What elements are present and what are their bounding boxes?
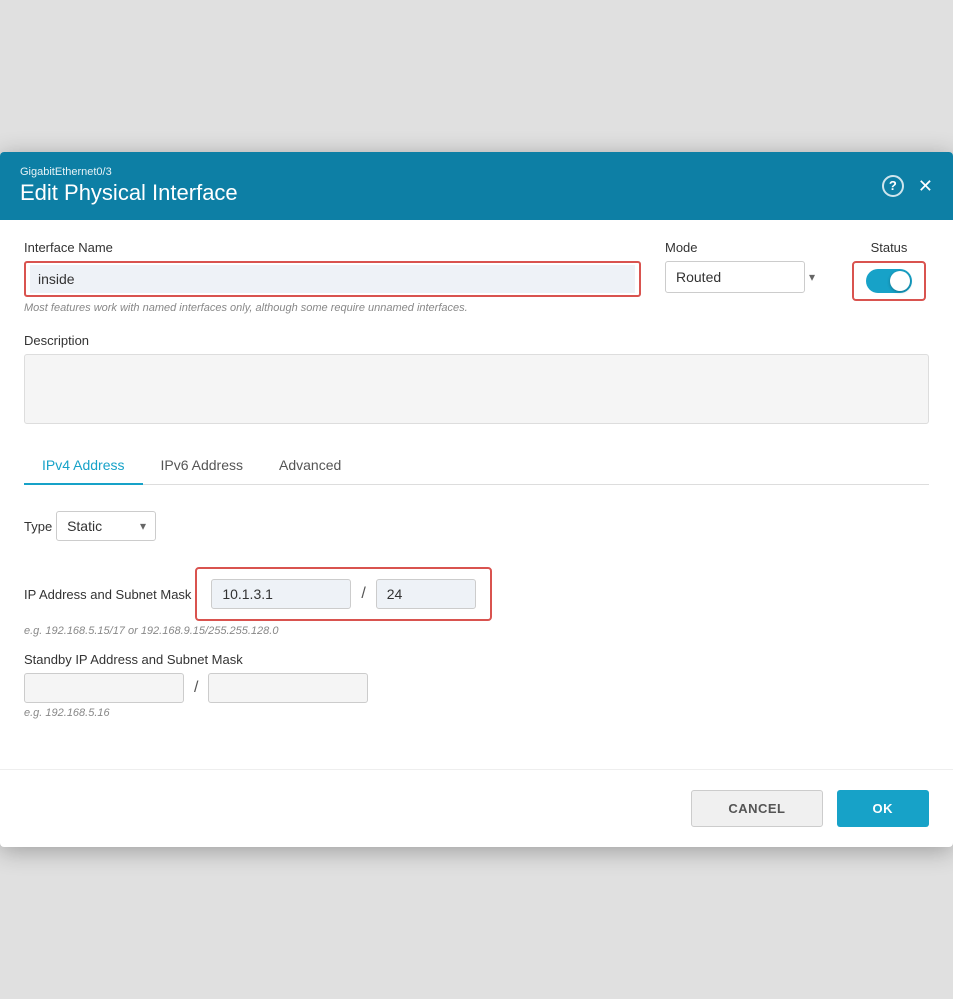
tab-advanced[interactable]: Advanced <box>261 447 359 485</box>
interface-name-input-border <box>24 261 641 297</box>
standby-ip-input[interactable] <box>24 673 184 703</box>
dialog-title: Edit Physical Interface <box>20 180 238 206</box>
mode-select-wrapper: Routed Transparent Passive ▾ <box>665 261 825 293</box>
description-label: Description <box>24 333 89 348</box>
dialog-subtitle: GigabitEthernet0/3 <box>20 166 238 178</box>
ip-address-label: IP Address and Subnet Mask <box>24 587 191 602</box>
mode-select[interactable]: Routed Transparent Passive <box>665 261 805 293</box>
description-textarea[interactable] <box>24 354 929 424</box>
header-icons: ? ✕ <box>882 175 933 197</box>
ip-fields: / <box>211 579 475 609</box>
subnet-mask-input[interactable] <box>376 579 476 609</box>
tabs-section: IPv4 Address IPv6 Address Advanced <box>24 447 929 485</box>
standby-slash-separator: / <box>194 679 198 697</box>
toggle-knob <box>890 271 910 291</box>
standby-label: Standby IP Address and Subnet Mask <box>24 652 243 667</box>
interface-name-label: Interface Name <box>24 240 641 255</box>
type-select-wrapper: Static DHCP PPPoE ▾ <box>56 511 156 541</box>
dialog-body: Interface Name Most features work with n… <box>0 220 953 739</box>
type-select[interactable]: Static DHCP PPPoE <box>56 511 156 541</box>
mode-label: Mode <box>665 240 825 255</box>
standby-hint: e.g. 192.168.5.16 <box>24 707 929 719</box>
standby-section: Standby IP Address and Subnet Mask / e.g… <box>24 651 929 719</box>
ip-address-input[interactable] <box>211 579 351 609</box>
top-row: Interface Name Most features work with n… <box>24 240 929 316</box>
help-icon[interactable]: ? <box>882 175 904 197</box>
status-toggle-border <box>852 261 926 301</box>
type-label: Type <box>24 519 52 534</box>
status-group: Status <box>849 240 929 301</box>
dialog-header: GigabitEthernet0/3 Edit Physical Interfa… <box>0 152 953 220</box>
header-left: GigabitEthernet0/3 Edit Physical Interfa… <box>20 166 238 206</box>
edit-physical-interface-dialog: GigabitEthernet0/3 Edit Physical Interfa… <box>0 152 953 847</box>
mode-select-arrow-icon: ▾ <box>809 270 815 284</box>
interface-name-input[interactable] <box>30 265 635 293</box>
ip-address-hint: e.g. 192.168.5.15/17 or 192.168.9.15/255… <box>24 625 929 637</box>
ipv4-tab-content: Type Static DHCP PPPoE ▾ IP Address and … <box>24 485 929 739</box>
tab-ipv4-address[interactable]: IPv4 Address <box>24 447 143 485</box>
standby-fields: / <box>24 673 929 703</box>
ip-slash-separator: / <box>361 585 365 603</box>
mode-group: Mode Routed Transparent Passive ▾ <box>665 240 825 293</box>
interface-name-group: Interface Name Most features work with n… <box>24 240 641 316</box>
dialog-footer: CANCEL OK <box>0 769 953 847</box>
ip-address-border: / <box>195 567 491 621</box>
cancel-button[interactable]: CANCEL <box>691 790 822 827</box>
ok-button[interactable]: OK <box>837 790 930 827</box>
status-label: Status <box>871 240 908 255</box>
status-toggle[interactable] <box>866 269 912 293</box>
interface-name-hint: Most features work with named interfaces… <box>24 301 641 316</box>
standby-subnet-input[interactable] <box>208 673 368 703</box>
type-section: Type Static DHCP PPPoE ▾ <box>24 505 929 541</box>
tab-ipv6-address[interactable]: IPv6 Address <box>143 447 262 485</box>
ip-address-section: IP Address and Subnet Mask / e.g. 192.16… <box>24 561 929 637</box>
close-icon[interactable]: ✕ <box>918 177 933 195</box>
description-section: Description <box>24 332 929 427</box>
